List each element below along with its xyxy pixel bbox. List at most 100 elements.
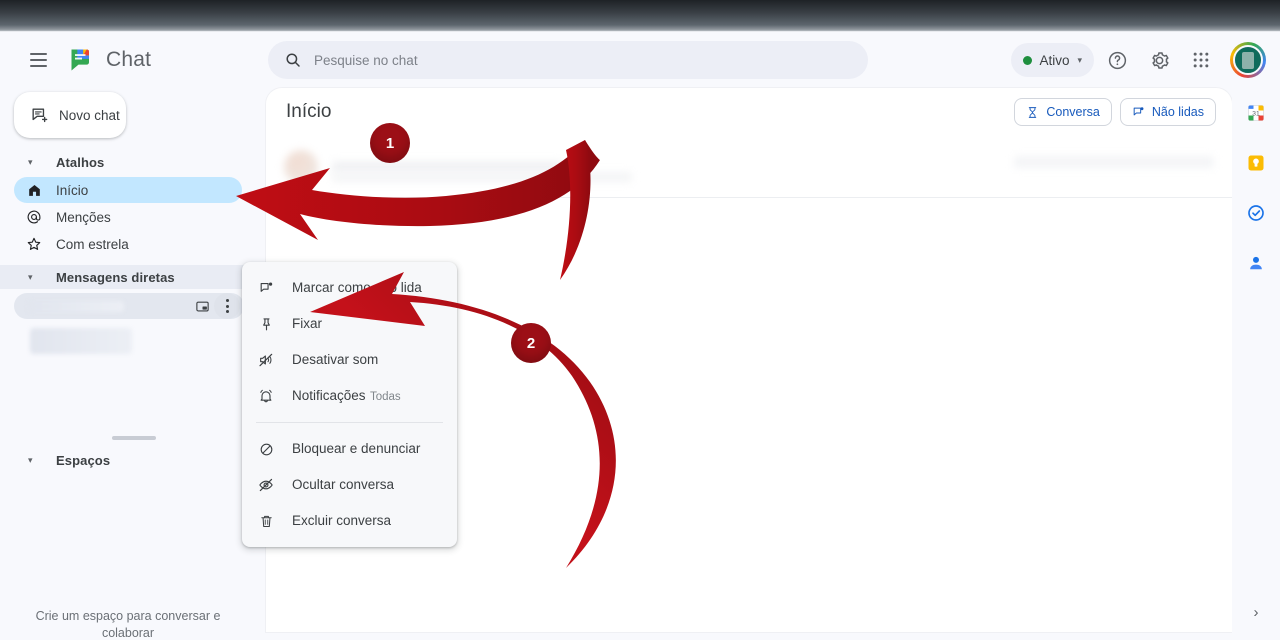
help-button[interactable] <box>1098 41 1136 79</box>
dm-row-actions <box>192 293 240 319</box>
google-apps-button[interactable] <box>1182 41 1220 79</box>
section-header-mensagens-diretas[interactable]: ▾ Mensagens diretas <box>0 265 256 289</box>
conversation-title-redacted <box>332 160 562 173</box>
hamburger-icon[interactable] <box>18 40 58 80</box>
at-sign-icon <box>24 209 44 225</box>
sidebar: Novo chat ▾ Atalhos Início Menções Com e… <box>0 88 256 640</box>
gear-icon <box>1151 51 1169 69</box>
new-chat-button[interactable]: Novo chat <box>14 92 126 138</box>
main-header: Início Conversa Não lidas <box>266 88 1232 136</box>
page-title: Início <box>286 101 332 122</box>
google-contacts-icon <box>1250 256 1262 270</box>
scroll-indicator[interactable] <box>112 436 156 440</box>
side-rail: 31 › <box>1232 88 1280 640</box>
conversation-meta-redacted <box>1014 156 1214 168</box>
avatar[interactable] <box>1230 42 1266 78</box>
search-input[interactable] <box>314 52 852 68</box>
eye-off-icon <box>254 477 278 493</box>
menu-item-ocultar-conversa[interactable]: Ocultar conversa <box>242 467 457 503</box>
avatar-image <box>1233 45 1263 75</box>
caret-down-icon: ▾ <box>28 454 33 465</box>
menu-item-marcar-como-nao-lida[interactable]: Marcar como não lida <box>242 270 457 306</box>
apps-grid-icon <box>1193 52 1209 68</box>
section-title-atalhos: Atalhos <box>56 154 105 170</box>
menu-item-label: Ocultar conversa <box>292 477 395 492</box>
google-tasks-icon <box>1248 205 1264 221</box>
menu-item-notificacoes[interactable]: Notificações Todas <box>242 378 457 414</box>
section-header-espacos[interactable]: ▾ Espaços <box>0 446 256 474</box>
menu-item-sublabel: Todas <box>370 391 401 403</box>
thread-icon <box>1029 106 1037 118</box>
bell-icon <box>254 388 278 404</box>
app-bar-actions: Ativo ▾ <box>1011 41 1266 79</box>
dm-list-item-redacted[interactable] <box>30 328 132 354</box>
menu-separator <box>256 422 443 423</box>
pin-icon <box>254 317 278 332</box>
menu-item-label: Desativar som <box>292 352 379 367</box>
browser-chrome-strip <box>0 0 1280 36</box>
rail-item-keep[interactable] <box>1232 138 1280 188</box>
menu-item-fixar[interactable]: Fixar <box>242 306 457 342</box>
chip-nao-lidas-label: Não lidas <box>1151 105 1204 119</box>
dm-name-redacted <box>28 300 124 312</box>
spaces-empty-text: Crie um espaço para conversar e colabora… <box>35 609 221 640</box>
chip-nao-lidas[interactable]: Não lidas <box>1119 98 1216 126</box>
block-icon <box>254 442 278 457</box>
annotation-badge-1: 1 <box>370 123 410 163</box>
sidebar-item-label-inicio: Início <box>56 182 89 198</box>
annotation-badge-2: 2 <box>511 323 551 363</box>
picture-in-picture-icon[interactable] <box>192 296 212 316</box>
filter-chips: Conversa Não lidas <box>1014 98 1216 126</box>
rail-item-tasks[interactable] <box>1232 188 1280 238</box>
trash-icon <box>254 514 278 529</box>
rail-item-contacts[interactable] <box>1232 238 1280 288</box>
sidebar-item-label-mencoes: Menções <box>56 209 111 225</box>
caret-down-icon: ▾ <box>28 156 33 167</box>
menu-item-excluir-conversa[interactable]: Excluir conversa <box>242 503 457 539</box>
brand: Chat <box>68 46 151 74</box>
new-chat-icon <box>32 107 48 122</box>
conversation-snippet-redacted <box>332 172 632 182</box>
conversation-avatar-redacted <box>284 149 318 184</box>
search-bar[interactable] <box>268 41 868 79</box>
chip-conversa[interactable]: Conversa <box>1014 98 1112 126</box>
menu-item-desativar-som[interactable]: Desativar som <box>242 342 457 378</box>
settings-button[interactable] <box>1140 41 1178 79</box>
dm-list-item-selected[interactable] <box>14 293 244 319</box>
more-vert-icon[interactable] <box>214 293 240 319</box>
status-label: Ativo <box>1039 52 1070 68</box>
search-icon <box>286 53 300 67</box>
google-keep-icon <box>1248 155 1264 171</box>
brand-name: Chat <box>106 48 152 71</box>
conversation-row-redacted[interactable] <box>266 136 1232 198</box>
sidebar-item-mencoes[interactable]: Menções <box>14 204 242 230</box>
spaces-empty-state: Crie um espaço para conversar e colabora… <box>0 608 256 640</box>
caret-down-icon: ▾ <box>28 271 33 282</box>
rail-item-calendar[interactable]: 31 <box>1232 88 1280 138</box>
google-calendar-icon: 31 <box>1248 105 1264 121</box>
app-root: Chat Ativo ▾ <box>0 0 1280 640</box>
section-title-mensagens-diretas: Mensagens diretas <box>56 269 175 285</box>
mark-unread-icon <box>254 281 278 296</box>
star-icon <box>24 236 44 252</box>
unread-flag-icon <box>1133 106 1144 115</box>
menu-item-bloquear-e-denunciar[interactable]: Bloquear e denunciar <box>242 431 457 467</box>
menu-item-label: Fixar <box>292 316 322 331</box>
google-chat-logo-icon <box>71 49 89 71</box>
new-chat-label: Novo chat <box>59 107 120 123</box>
chip-conversa-label: Conversa <box>1046 105 1100 119</box>
menu-item-label: Marcar como não lida <box>292 280 422 295</box>
status-dot <box>1023 55 1033 65</box>
menu-item-label: Notificações <box>292 388 366 403</box>
sidebar-item-com-estrela[interactable]: Com estrela <box>14 231 242 257</box>
svg-text:31: 31 <box>1252 111 1260 118</box>
chevron-right-icon[interactable]: › <box>1240 596 1272 628</box>
status-chip[interactable]: Ativo ▾ <box>1011 43 1094 77</box>
menu-item-label: Excluir conversa <box>292 513 392 528</box>
section-header-atalhos[interactable]: ▾ Atalhos <box>0 148 256 176</box>
chevron-down-icon: ▾ <box>1077 54 1082 65</box>
help-circle-icon <box>1108 51 1126 69</box>
mute-icon <box>254 352 278 368</box>
home-icon <box>24 183 44 198</box>
sidebar-item-inicio[interactable]: Início <box>14 177 242 203</box>
